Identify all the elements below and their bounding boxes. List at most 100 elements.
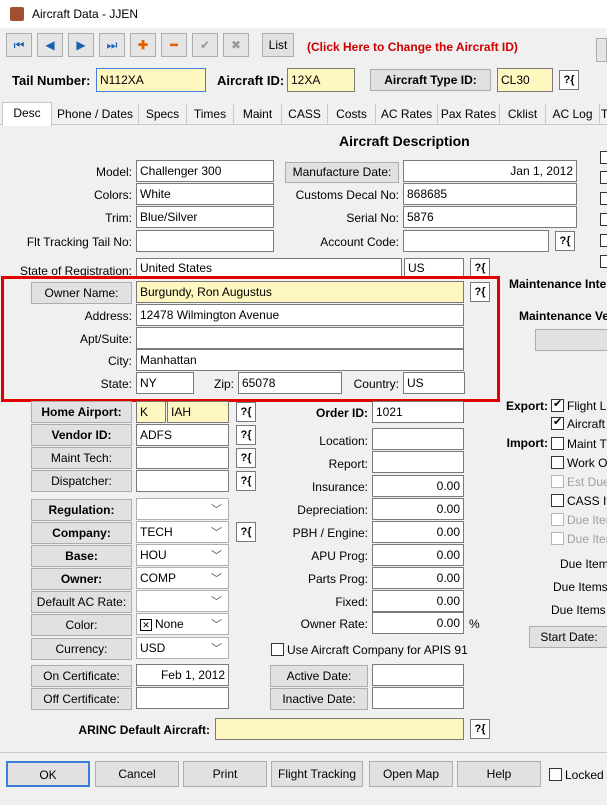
vendor-lookup-icon[interactable]: ?{ [236, 425, 256, 445]
right-edge-button[interactable] [596, 38, 607, 62]
vendor-id-button[interactable]: Vendor ID: [31, 424, 132, 446]
vendor-id-field[interactable]: ADFS [136, 424, 229, 446]
insurance-field[interactable]: 0.00 [372, 475, 464, 497]
company-lookup-icon[interactable]: ?{ [236, 522, 256, 542]
active-date-button[interactable]: Active Date: [270, 665, 368, 687]
apis-checkbox[interactable] [271, 643, 284, 656]
right-checkbox-5[interactable] [600, 234, 607, 247]
aircraft-id-field[interactable]: 12XA [287, 68, 355, 92]
account-code-field[interactable] [403, 230, 549, 252]
dispatcher-lookup-icon[interactable]: ?{ [236, 471, 256, 491]
company-button[interactable]: Company: [31, 522, 132, 544]
company-select[interactable]: TECH ﹀ [136, 521, 229, 543]
change-aircraft-link[interactable]: (Click Here to Change the Aircraft ID) [307, 40, 518, 54]
owner-rate-field[interactable]: 0.00 [372, 612, 464, 634]
customs-decal-field[interactable]: 868685 [403, 183, 577, 205]
pbh-engine-field[interactable]: 0.00 [372, 521, 464, 543]
apt-suite-field[interactable] [136, 327, 464, 349]
accept-button[interactable]: ✔ [192, 33, 218, 57]
tab-cass[interactable]: CASS [282, 104, 328, 125]
due-items-checkbox-2[interactable] [551, 532, 564, 545]
active-date-field[interactable] [372, 664, 464, 686]
location-field[interactable] [372, 428, 464, 450]
color-select[interactable]: ✕ None ﹀ [136, 613, 229, 635]
add-record-button[interactable]: ✚ [130, 33, 156, 57]
base-select[interactable]: HOU ﹀ [136, 544, 229, 566]
city-field[interactable]: Manhattan [136, 349, 464, 371]
right-checkbox-2[interactable] [600, 171, 607, 184]
delete-record-button[interactable]: ━ [161, 33, 187, 57]
owner-select[interactable]: COMP ﹀ [136, 567, 229, 589]
est-due-checkbox[interactable] [551, 475, 564, 488]
right-checkbox-6[interactable] [600, 255, 607, 268]
ok-button[interactable]: OK [6, 761, 90, 787]
help-button[interactable]: Help [457, 761, 541, 787]
dispatcher-field[interactable] [136, 470, 229, 492]
cancel-button[interactable]: Cancel [95, 761, 179, 787]
tab-pax-rates[interactable]: Pax Rates [438, 104, 500, 125]
fixed-field[interactable]: 0.00 [372, 590, 464, 612]
off-certificate-button[interactable]: Off Certificate: [31, 688, 132, 710]
tab-times[interactable]: Times [187, 104, 234, 125]
tab-desc[interactable]: Desc [2, 102, 52, 126]
manufacture-date-button[interactable]: Manufacture Date: [285, 162, 399, 183]
trim-field[interactable]: Blue/Silver [136, 206, 274, 228]
inactive-date-field[interactable] [372, 687, 464, 709]
import-maint-checkbox[interactable] [551, 437, 564, 450]
on-certificate-button[interactable]: On Certificate: [31, 665, 132, 687]
due-items-checkbox-1[interactable] [551, 513, 564, 526]
right-checkbox-3[interactable] [600, 192, 607, 205]
tab-ac-rates[interactable]: AC Rates [376, 104, 438, 125]
inactive-date-button[interactable]: Inactive Date: [270, 688, 368, 710]
owner-name-button[interactable]: Owner Name: [31, 282, 132, 304]
parts-prog-field[interactable]: 0.00 [372, 567, 464, 589]
tab-cklist[interactable]: Cklist [500, 104, 546, 125]
tab-maint[interactable]: Maint [234, 104, 282, 125]
maint-tech-field[interactable] [136, 447, 229, 469]
cancel-edit-button[interactable]: ✖ [223, 33, 249, 57]
tab-phone-dates[interactable]: Phone / Dates [52, 104, 139, 125]
print-button[interactable]: Print [183, 761, 267, 787]
home-airport-lookup-icon[interactable]: ?{ [236, 402, 256, 422]
owner-lookup-icon[interactable]: ?{ [470, 282, 490, 302]
export-aircraft-checkbox[interactable]: ✔ [551, 416, 564, 430]
apu-prog-field[interactable]: 0.00 [372, 544, 464, 566]
aircraft-type-field[interactable]: CL30 [497, 68, 553, 92]
off-certificate-field[interactable] [136, 687, 229, 709]
dispatcher-button[interactable]: Dispatcher: [31, 470, 132, 492]
country-field[interactable]: US [403, 372, 465, 394]
address-field[interactable]: 12478 Wilmington Avenue [136, 304, 464, 326]
registration-lookup-icon[interactable]: ?{ [470, 258, 490, 278]
right-checkbox-1[interactable] [600, 151, 607, 164]
list-button[interactable]: List [262, 33, 294, 57]
flt-tracking-field[interactable] [136, 230, 274, 252]
tab-ac-log[interactable]: AC Log [546, 104, 600, 125]
right-checkbox-4[interactable] [600, 213, 607, 226]
tab-costs[interactable]: Costs [328, 104, 376, 125]
type-lookup-icon[interactable]: ?{ [559, 70, 579, 90]
tail-number-field[interactable]: N112XA [96, 68, 206, 92]
on-certificate-field[interactable]: Feb 1, 2012 [136, 664, 229, 686]
home-airport-field[interactable]: IAH [167, 401, 229, 423]
next-record-button[interactable]: ▶ [68, 33, 94, 57]
export-flight-log-checkbox[interactable]: ✔ [551, 398, 564, 412]
tab-more[interactable]: T [600, 104, 607, 125]
start-date-button[interactable]: Start Date: [529, 626, 607, 648]
home-airport-prefix-field[interactable]: K [136, 401, 166, 423]
flight-tracking-button[interactable]: Flight Tracking [271, 761, 363, 787]
locked-checkbox[interactable] [549, 768, 562, 781]
default-ac-rate-select[interactable]: ﹀ [136, 590, 229, 612]
report-field[interactable] [372, 451, 464, 473]
currency-button[interactable]: Currency: [31, 638, 132, 660]
zip-field[interactable]: 65078 [238, 372, 342, 394]
last-record-button[interactable]: ⏭ [99, 33, 125, 57]
maintenance-button[interactable] [535, 329, 607, 351]
home-airport-button[interactable]: Home Airport: [31, 401, 132, 423]
aircraft-type-button[interactable]: Aircraft Type ID: [370, 69, 491, 91]
depreciation-field[interactable]: 0.00 [372, 498, 464, 520]
colors-field[interactable]: White [136, 183, 274, 205]
first-record-button[interactable]: ⏮ [6, 33, 32, 57]
owner-button[interactable]: Owner: [31, 568, 132, 590]
regulation-select[interactable]: ﹀ [136, 498, 229, 520]
arinc-lookup-icon[interactable]: ?{ [470, 719, 490, 739]
